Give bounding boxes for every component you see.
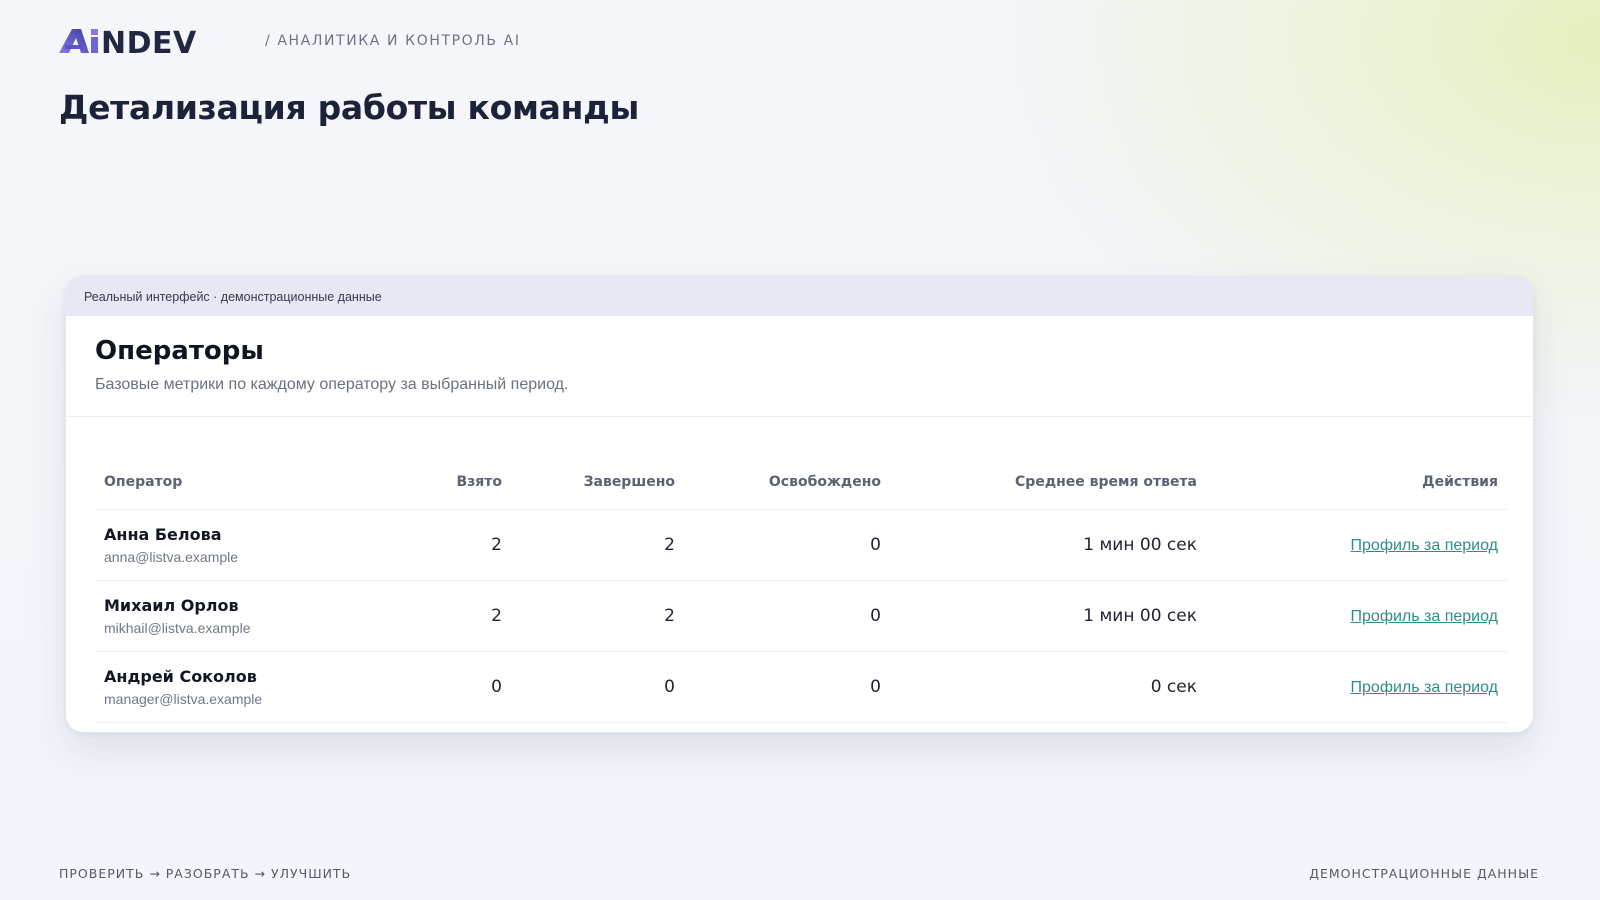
operator-name: Андрей Соколов bbox=[104, 666, 257, 686]
operator-email: anna@listva.example bbox=[104, 548, 239, 565]
done-cell: 2 bbox=[511, 509, 684, 581]
taken-cell: 0 bbox=[425, 651, 511, 723]
actions-cell: Профиль за период bbox=[1206, 651, 1507, 723]
released-cell: 0 bbox=[684, 580, 890, 652]
table-row: Андрей Соколов manager@listva.example 0 … bbox=[95, 651, 1507, 723]
aindev-logo[interactable]: NDEV bbox=[59, 26, 237, 56]
column-header-done[interactable]: Завершено bbox=[511, 456, 684, 510]
footer-demo-label: ДЕМОНСТРАЦИОННЫЕ ДАННЫЕ bbox=[1309, 866, 1539, 881]
brand-row: NDEV / АНАЛИТИКА И КОНТРОЛЬ AI bbox=[59, 26, 521, 56]
column-header-avg-response[interactable]: Среднее время ответа bbox=[890, 456, 1206, 510]
released-cell: 0 bbox=[684, 509, 890, 581]
logo-mark: NDEV bbox=[59, 28, 197, 54]
demo-data-strip: Реальный интерфейс · демонстрационные да… bbox=[66, 277, 1533, 316]
done-cell: 2 bbox=[511, 580, 684, 652]
column-header-released[interactable]: Освобождено bbox=[684, 456, 890, 510]
operator-email: mikhail@listva.example bbox=[104, 619, 251, 636]
table-header-row: Оператор Взято Завершено Освобождено Сре… bbox=[95, 456, 1507, 510]
actions-cell: Профиль за период bbox=[1206, 580, 1507, 652]
taken-cell: 2 bbox=[425, 580, 511, 652]
breadcrumb: / АНАЛИТИКА И КОНТРОЛЬ AI bbox=[265, 33, 521, 49]
operators-card: Реальный интерфейс · демонстрационные да… bbox=[65, 276, 1534, 733]
operator-cell: Михаил Орлов mikhail@listva.example bbox=[95, 580, 425, 652]
column-header-actions: Действия bbox=[1206, 456, 1507, 510]
footer-process-steps: ПРОВЕРИТЬ → РАЗОБРАТЬ → УЛУЧШИТЬ bbox=[59, 866, 352, 881]
avg-response-cell: 1 мин 00 сек bbox=[890, 509, 1206, 581]
profile-period-link[interactable]: Профиль за период bbox=[1351, 608, 1498, 625]
profile-period-link[interactable]: Профиль за период bbox=[1351, 537, 1498, 554]
table-row: Михаил Орлов mikhail@listva.example 2 2 … bbox=[95, 580, 1507, 652]
card-title: Операторы bbox=[95, 336, 264, 366]
released-cell: 0 bbox=[684, 651, 890, 723]
column-header-taken[interactable]: Взято bbox=[425, 456, 511, 510]
operator-cell: Анна Белова anna@listva.example bbox=[95, 509, 425, 581]
actions-cell: Профиль за период bbox=[1206, 509, 1507, 581]
svg-text:NDEV: NDEV bbox=[101, 28, 197, 54]
operators-table: Оператор Взято Завершено Освобождено Сре… bbox=[95, 456, 1507, 723]
avg-response-cell: 1 мин 00 сек bbox=[890, 580, 1206, 652]
page-title: Детализация работы команды bbox=[59, 88, 640, 127]
operator-name: Михаил Орлов bbox=[104, 595, 239, 615]
done-cell: 0 bbox=[511, 651, 684, 723]
profile-period-link[interactable]: Профиль за период bbox=[1351, 679, 1498, 696]
card-header: Операторы Базовые метрики по каждому опе… bbox=[66, 316, 1533, 417]
operator-name: Анна Белова bbox=[104, 524, 222, 544]
column-header-operator[interactable]: Оператор bbox=[95, 456, 425, 510]
card-subtitle: Базовые метрики по каждому оператору за … bbox=[95, 376, 569, 393]
operator-cell: Андрей Соколов manager@listva.example bbox=[95, 651, 425, 723]
avg-response-cell: 0 сек bbox=[890, 651, 1206, 723]
operator-email: manager@listva.example bbox=[104, 690, 263, 707]
table-row: Анна Белова anna@listva.example 2 2 0 1 … bbox=[95, 509, 1507, 581]
taken-cell: 2 bbox=[425, 509, 511, 581]
